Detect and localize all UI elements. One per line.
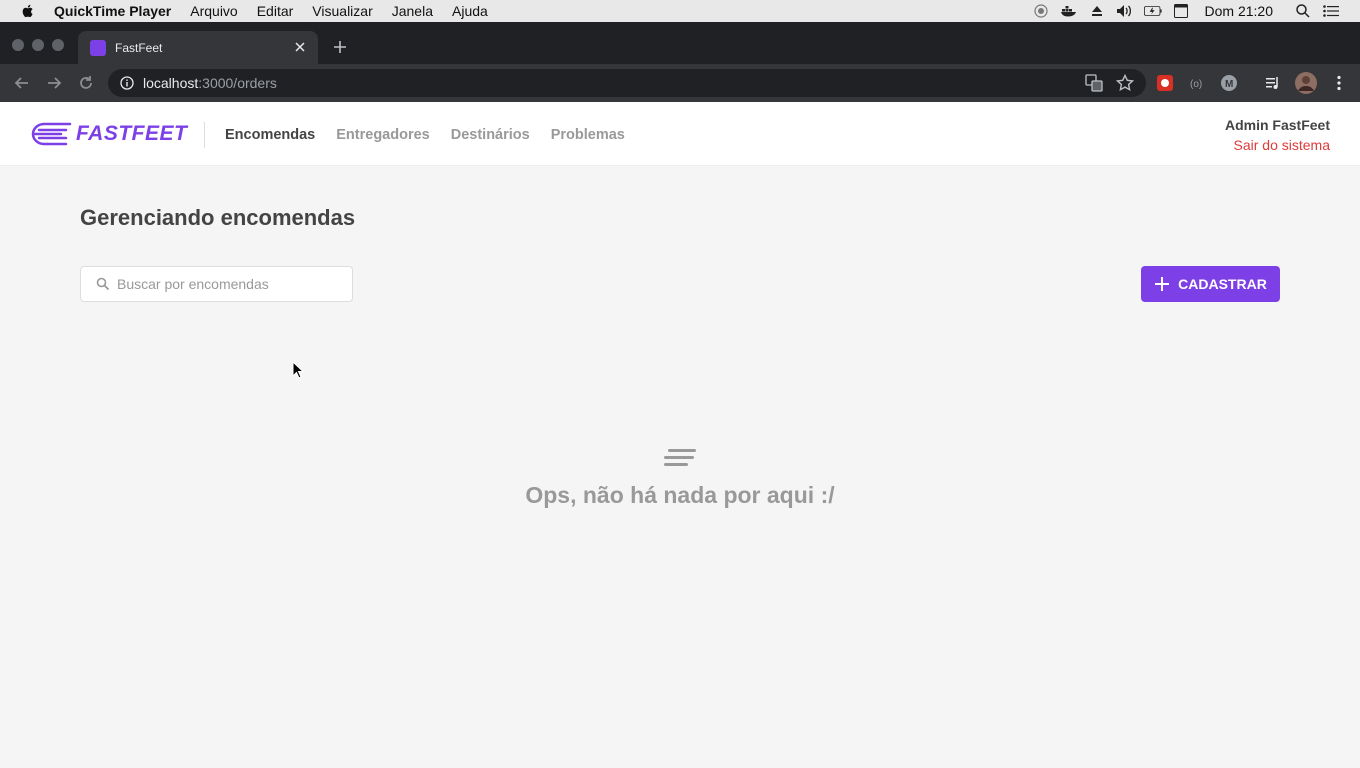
macos-menu-bar: QuickTime Player Arquivo Editar Visualiz… (0, 0, 1360, 22)
translate-icon[interactable] (1085, 74, 1103, 92)
mouse-pointer-icon (292, 361, 304, 379)
browser-toolbar: localhost:3000/orders (o) M (0, 64, 1360, 102)
nav-item-problemas[interactable]: Problemas (551, 127, 625, 143)
address-bar[interactable]: localhost:3000/orders (108, 69, 1146, 97)
docker-icon[interactable] (1060, 4, 1078, 18)
nav-item-entregadores[interactable]: Entregadores (336, 127, 429, 143)
calendar-icon[interactable] (1172, 4, 1190, 18)
forward-arrow-icon[interactable] (44, 73, 64, 93)
menu-visualizar[interactable]: Visualizar (312, 3, 372, 19)
menu-app-name[interactable]: QuickTime Player (54, 3, 171, 19)
extension-icon[interactable]: M (1220, 74, 1238, 92)
media-control-icon[interactable] (1264, 74, 1282, 92)
fastfeet-logo-icon (31, 122, 72, 146)
site-info-icon[interactable] (120, 76, 134, 90)
search-box[interactable] (80, 266, 353, 302)
extension-icon[interactable] (1156, 74, 1174, 92)
eject-icon[interactable] (1088, 4, 1106, 18)
main-nav: Encomendas Entregadores Destinários Prob… (225, 127, 646, 143)
menu-arquivo[interactable]: Arquivo (190, 3, 237, 19)
tab-title: FastFeet (115, 40, 163, 55)
browser-tab-strip: FastFeet (0, 22, 1360, 64)
avatar[interactable] (1295, 72, 1317, 94)
menu-ajuda[interactable]: Ajuda (452, 3, 488, 19)
svg-text:M: M (1225, 79, 1233, 90)
window-zoom-button[interactable] (52, 39, 64, 51)
menu-editar[interactable]: Editar (257, 3, 294, 19)
apple-icon[interactable] (20, 3, 36, 19)
menubar-clock[interactable]: Dom 21:20 (1205, 3, 1273, 19)
logo-text: FASTFEET (76, 122, 188, 145)
nav-item-destinarios[interactable]: Destinários (451, 127, 530, 143)
app-header: FASTFEET Encomendas Entregadores Destiná… (0, 102, 1360, 166)
extension-icon[interactable]: (o) (1188, 74, 1206, 92)
main-content: Gerenciando encomendas CADASTRAR Ops, nã… (0, 166, 1360, 768)
reload-icon[interactable] (76, 73, 96, 93)
search-input[interactable] (117, 276, 337, 292)
plus-icon (1155, 277, 1170, 291)
search-icon (96, 277, 110, 291)
user-name: Admin FastFeet (1224, 117, 1330, 133)
record-icon[interactable] (1032, 4, 1050, 18)
new-tab-icon[interactable] (331, 38, 349, 56)
fastfeet-favicon-icon (90, 39, 106, 56)
url-host: localhost (143, 75, 199, 91)
user-profile: Admin FastFeet Sair do sistema (1225, 117, 1330, 153)
notification-center-icon[interactable] (1322, 4, 1340, 18)
logout-link[interactable]: Sair do sistema (1225, 137, 1330, 153)
browser-menu-icon[interactable] (1330, 74, 1348, 92)
page-title: Gerenciando encomendas (80, 205, 356, 230)
empty-message: Ops, não há nada por aqui :/ (525, 482, 835, 508)
volume-icon[interactable] (1116, 4, 1134, 18)
back-arrow-icon[interactable] (12, 73, 32, 93)
spotlight-search-icon[interactable] (1294, 4, 1312, 18)
window-close-button[interactable] (12, 39, 24, 51)
browser-tab[interactable]: FastFeet (78, 31, 318, 64)
empty-state: Ops, não há nada por aqui :/ (0, 446, 1360, 509)
battery-icon[interactable] (1143, 4, 1162, 18)
header-divider (204, 122, 205, 148)
tab-close-icon[interactable] (292, 39, 308, 55)
add-order-button-label: CADASTRAR (1178, 276, 1267, 292)
add-order-button[interactable]: CADASTRAR (1141, 266, 1280, 302)
fastfeet-logo[interactable]: FASTFEET (30, 120, 187, 148)
empty-list-icon (664, 449, 696, 466)
svg-text:(o): (o) (1190, 79, 1202, 90)
nav-item-encomendas[interactable]: Encomendas (225, 127, 315, 143)
bookmark-star-icon[interactable] (1116, 74, 1134, 92)
menu-janela[interactable]: Janela (392, 3, 433, 19)
window-minimize-button[interactable] (32, 39, 44, 51)
url-path: :3000/orders (198, 75, 277, 91)
